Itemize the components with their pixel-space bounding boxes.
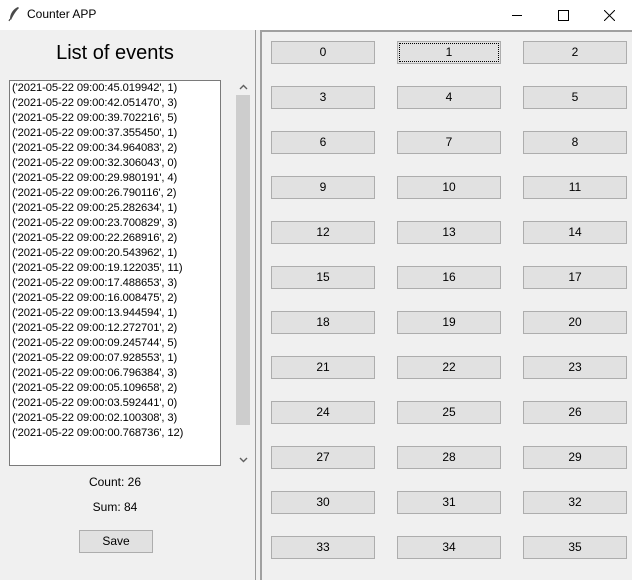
counter-button-21[interactable]: 21 [271,356,375,379]
event-list-item[interactable]: ('2021-05-22 09:00:25.282634', 1) [12,201,183,216]
event-list-item[interactable]: ('2021-05-22 09:00:34.964083', 2) [12,141,183,156]
event-list-item[interactable]: ('2021-05-22 09:00:26.790116', 2) [12,186,183,201]
counter-button-34[interactable]: 34 [397,536,501,559]
event-list-item[interactable]: ('2021-05-22 09:00:23.700829', 3) [12,216,183,231]
counter-button-12[interactable]: 12 [271,221,375,244]
event-list-item[interactable]: ('2021-05-22 09:00:45.019942', 1) [12,81,183,96]
save-button[interactable]: Save [79,530,153,553]
window-title: Counter APP [27,7,97,21]
counter-button-19[interactable]: 19 [397,311,501,334]
event-list-item[interactable]: ('2021-05-22 09:00:07.928553', 1) [12,351,183,366]
maximize-button[interactable] [540,0,586,30]
minimize-button[interactable] [494,0,540,30]
counter-button-1[interactable]: 1 [397,41,501,64]
event-list-item[interactable]: ('2021-05-22 09:00:02.100308', 3) [12,411,183,426]
maximize-icon [557,9,569,21]
chevron-up-icon [239,84,247,89]
event-list-item[interactable]: ('2021-05-22 09:00:39.702216', 5) [12,111,183,126]
feather-icon [8,7,19,22]
event-list-item[interactable]: ('2021-05-22 09:00:06.796384', 3) [12,366,183,381]
counter-button-25[interactable]: 25 [397,401,501,424]
event-list-item[interactable]: ('2021-05-22 09:00:32.306043', 0) [12,156,183,171]
counter-button-5[interactable]: 5 [523,86,627,109]
close-icon [603,9,615,21]
counter-button-7[interactable]: 7 [397,131,501,154]
chevron-down-icon [239,457,247,462]
counter-button-9[interactable]: 9 [271,176,375,199]
event-list-item[interactable]: ('2021-05-22 09:00:19.122035', 11) [12,261,183,276]
counter-button-8[interactable]: 8 [523,131,627,154]
scroll-thumb[interactable] [236,95,250,425]
event-list-item[interactable]: ('2021-05-22 09:00:05.109658', 2) [12,381,183,396]
event-list-item[interactable]: ('2021-05-22 09:00:22.268916', 2) [12,231,183,246]
event-list-item[interactable]: ('2021-05-22 09:00:00.768736', 12) [12,426,183,441]
close-button[interactable] [586,0,632,30]
counter-button-2[interactable]: 2 [523,41,627,64]
events-list-title: List of events [56,42,174,64]
counter-button-6[interactable]: 6 [271,131,375,154]
counter-button-10[interactable]: 10 [397,176,501,199]
counter-button-35[interactable]: 35 [523,536,627,559]
event-list-item[interactable]: ('2021-05-22 09:00:29.980191', 4) [12,171,183,186]
counter-button-0[interactable]: 0 [271,41,375,64]
count-label: Count: 26 [88,475,142,489]
counter-button-29[interactable]: 29 [523,446,627,469]
counter-button-27[interactable]: 27 [271,446,375,469]
counter-button-28[interactable]: 28 [397,446,501,469]
counter-button-14[interactable]: 14 [523,221,627,244]
scroll-down-button[interactable] [234,451,252,468]
counter-button-18[interactable]: 18 [271,311,375,334]
sum-label: Sum: 84 [92,500,138,514]
event-list-item[interactable]: ('2021-05-22 09:00:37.355450', 1) [12,126,183,141]
counter-button-17[interactable]: 17 [523,266,627,289]
event-list-item[interactable]: ('2021-05-22 09:00:09.245744', 5) [12,336,183,351]
events-list-items: ('2021-05-22 09:00:45.019942', 1) ('2021-… [12,81,183,441]
counter-button-20[interactable]: 20 [523,311,627,334]
event-list-item[interactable]: ('2021-05-22 09:00:12.272701', 2) [12,321,183,336]
counter-button-3[interactable]: 3 [271,86,375,109]
event-list-item[interactable]: ('2021-05-22 09:00:13.944594', 1) [12,306,183,321]
counter-button-23[interactable]: 23 [523,356,627,379]
events-scrollbar[interactable] [234,78,252,468]
event-list-item[interactable]: ('2021-05-22 09:00:17.488653', 3) [12,276,183,291]
counter-button-11[interactable]: 11 [523,176,627,199]
counter-button-31[interactable]: 31 [397,491,501,514]
counter-button-24[interactable]: 24 [271,401,375,424]
counter-button-4[interactable]: 4 [397,86,501,109]
events-listbox[interactable]: ('2021-05-22 09:00:45.019942', 1) ('2021-… [9,80,221,466]
scroll-up-button[interactable] [234,78,252,95]
event-list-item[interactable]: ('2021-05-22 09:00:03.592441', 0) [12,396,183,411]
event-list-item[interactable]: ('2021-05-22 09:00:20.543962', 1) [12,246,183,261]
counter-button-22[interactable]: 22 [397,356,501,379]
counter-button-26[interactable]: 26 [523,401,627,424]
title-bar: Counter APP [0,0,632,30]
event-list-item[interactable]: ('2021-05-22 09:00:16.008475', 2) [12,291,183,306]
counter-button-15[interactable]: 15 [271,266,375,289]
counter-button-16[interactable]: 16 [397,266,501,289]
counter-button-30[interactable]: 30 [271,491,375,514]
counter-button-33[interactable]: 33 [271,536,375,559]
events-panel: List of events ('2021-05-22 09:00:45.019… [0,30,256,580]
counter-buttons-panel: 0 1 2 3 4 5 6 7 8 9 10 11 12 13 14 15 16 17 18 19 20 21 22 23 24… [260,30,632,580]
counter-button-32[interactable]: 32 [523,491,627,514]
event-list-item[interactable]: ('2021-05-22 09:00:42.051470', 3) [12,96,183,111]
minimize-icon [511,14,522,16]
counter-button-13[interactable]: 13 [397,221,501,244]
